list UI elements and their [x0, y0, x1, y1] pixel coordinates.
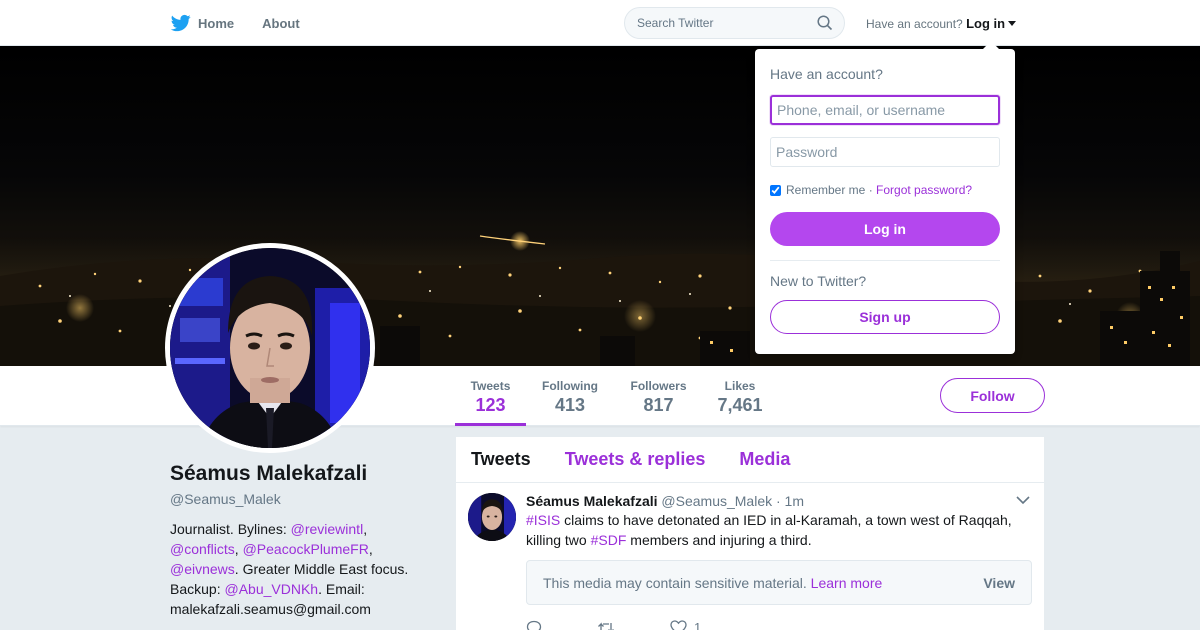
bio-text-3: , [234, 541, 243, 557]
mention-eivnews[interactable]: @eivnews [170, 561, 235, 577]
remember-me-label[interactable]: Remember me [786, 183, 865, 197]
home-link[interactable]: Home [198, 16, 234, 31]
stat-followers-value: 817 [643, 395, 674, 415]
bio-text-5: . Greater Middle East focus. [234, 561, 409, 577]
caret-down-icon [1008, 21, 1017, 26]
tweet-text: #ISIS claims to have detonated an IED in… [526, 510, 1032, 550]
bio-text-7: . Email: [318, 581, 365, 597]
tweet-text-2: members and injuring a third. [626, 532, 812, 548]
bio-text-6: Backup: [170, 581, 225, 597]
tab-media[interactable]: Media [739, 449, 790, 470]
stat-following-value: 413 [554, 395, 586, 415]
have-account-text: Have an account? [866, 17, 963, 31]
retweet-action[interactable] [597, 621, 615, 630]
about-link[interactable]: About [262, 16, 300, 31]
stat-tweets-label: Tweets [470, 379, 511, 393]
profile-bio: Journalist. Bylines: @reviewintl, @confl… [170, 519, 430, 619]
login-dropdown-title: Have an account? [770, 66, 883, 82]
reply-icon [526, 620, 542, 630]
timeline-tabs: Tweets Tweets & replies Media [456, 437, 1044, 483]
dropdown-divider [770, 260, 1000, 261]
remember-separator: · [865, 183, 877, 197]
follow-button[interactable]: Follow [940, 378, 1045, 413]
login-dropdown-toggle[interactable]: Log in [966, 16, 1017, 31]
tweet-time[interactable]: · 1m [776, 493, 804, 509]
tweet[interactable]: Séamus Malekafzali @Seamus_Malek · 1m #I… [456, 483, 1044, 630]
profile-name: Séamus Malekafzali [170, 462, 368, 485]
stat-likes-label: Likes [724, 379, 756, 393]
tweet-header: Séamus Malekafzali @Seamus_Malek · 1m [526, 493, 1032, 509]
password-field[interactable] [770, 137, 1000, 167]
stat-followers-label: Followers [630, 379, 687, 393]
stat-likes[interactable]: Likes 7,461 [710, 366, 770, 426]
heart-icon [670, 620, 687, 630]
have-account-prompt: Have an account? Log in [866, 16, 1017, 31]
sensitive-text: This media may contain sensitive materia… [543, 575, 807, 591]
nav-left: Home About [170, 0, 328, 46]
new-to-twitter-text: New to Twitter? [770, 273, 867, 289]
retweet-icon [598, 621, 614, 630]
profile-handle[interactable]: @Seamus_Malek [170, 491, 430, 507]
login-dropdown: Have an account? Remember me · Forgot pa… [755, 41, 1015, 354]
mention-abu-vdnkh[interactable]: @Abu_VDNKh [224, 581, 318, 597]
signup-button[interactable]: Sign up [770, 300, 1000, 334]
stat-following[interactable]: Following 413 [537, 366, 603, 426]
profile-avatar[interactable] [165, 243, 375, 453]
mention-conflicts[interactable]: @conflicts [170, 541, 235, 557]
login-button[interactable]: Log in [770, 212, 1000, 246]
search-icon[interactable] [817, 15, 833, 31]
sensitive-notice-text: This media may contain sensitive materia… [543, 575, 882, 591]
search-box [624, 7, 845, 39]
learn-more-link[interactable]: Learn more [811, 575, 883, 591]
mention-reviewintl[interactable]: @reviewintl [291, 521, 364, 537]
remember-me-checkbox[interactable] [770, 184, 781, 196]
login-toggle-label: Log in [966, 16, 1006, 31]
hashtag-sdf[interactable]: #SDF [591, 532, 627, 548]
sensitive-media-notice: This media may contain sensitive materia… [526, 560, 1032, 605]
like-count: 1 [694, 620, 702, 630]
view-media-button[interactable]: View [983, 575, 1015, 591]
profile-bio-card: Séamus Malekafzali @Seamus_Malek Journal… [170, 462, 430, 619]
bio-text-4: , [368, 541, 373, 557]
reply-action[interactable] [526, 620, 542, 630]
twitter-bird-icon[interactable] [170, 13, 192, 33]
chevron-down-icon[interactable] [1016, 496, 1030, 505]
forgot-password-link[interactable]: Forgot password? [876, 183, 972, 197]
tweet-avatar-image [468, 493, 516, 541]
stat-likes-value: 7,461 [717, 395, 763, 415]
tab-tweets[interactable]: Tweets [471, 449, 531, 470]
username-field[interactable] [770, 95, 1000, 125]
stat-followers[interactable]: Followers 817 [625, 366, 692, 426]
search-input[interactable] [625, 8, 805, 38]
tweet-avatar[interactable] [468, 493, 516, 541]
remember-me-row: Remember me · Forgot password? [770, 183, 972, 197]
stat-following-label: Following [542, 379, 598, 393]
hashtag-isis[interactable]: #ISIS [526, 512, 560, 528]
stat-tweets-value: 123 [475, 395, 506, 415]
bio-email: malekafzali.seamus@gmail.com [170, 601, 371, 617]
bio-text-2: , [363, 521, 368, 537]
mention-peacockplumefr[interactable]: @PeacockPlumeFR [243, 541, 369, 557]
tab-tweets-replies[interactable]: Tweets & replies [565, 449, 706, 470]
top-navigation-bar: Home About Have an account? Log in [0, 0, 1200, 46]
bio-text-1: Journalist. Bylines: [170, 521, 291, 537]
like-action[interactable]: 1 [670, 620, 701, 630]
timeline: Tweets Tweets & replies Media Séamus Mal… [456, 437, 1044, 630]
tweet-actions: 1 [526, 620, 1032, 630]
stat-tweets[interactable]: Tweets 123 [455, 366, 526, 426]
tweet-author-handle[interactable]: @Seamus_Malek [661, 493, 772, 509]
tweet-author-name[interactable]: Séamus Malekafzali [526, 493, 658, 509]
avatar-image [170, 248, 370, 448]
